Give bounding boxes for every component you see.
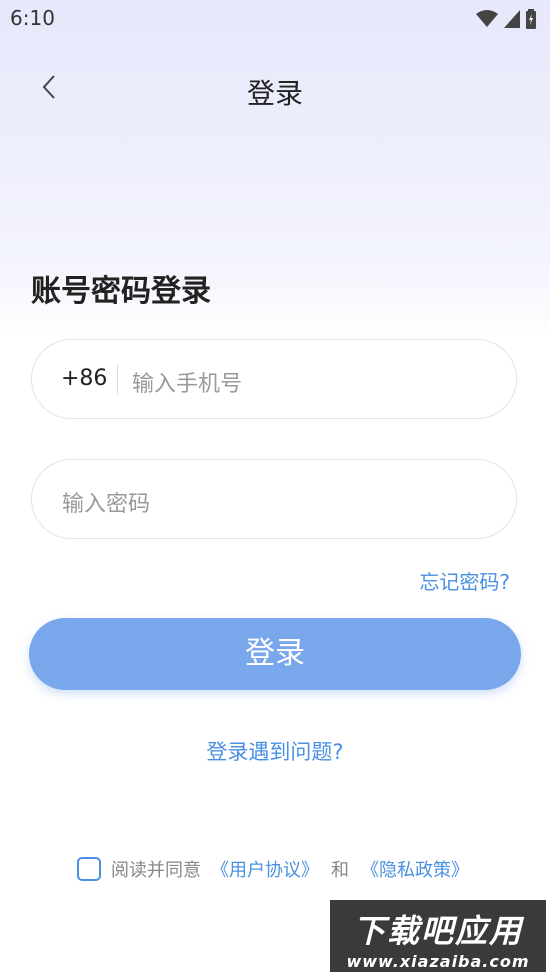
agree-checkbox[interactable] [77,857,101,881]
login-button[interactable]: 登录 [29,618,521,690]
forgot-password-link[interactable]: 忘记密码? [419,566,510,595]
page-title: 登录 [246,77,303,110]
divider [117,364,118,394]
status-icons [476,9,536,29]
phone-field[interactable]: +86 输入手机号 [31,339,517,419]
password-input[interactable]: 输入密码 [62,486,150,518]
watermark-url: www.xiazaiba.com [346,952,530,971]
agreement-prefix: 阅读并同意 [111,860,201,881]
phone-input[interactable]: 输入手机号 [132,366,242,398]
watermark-logo: 下载吧应用 www.xiazaiba.com [330,900,546,972]
user-agreement-link[interactable]: 《用户协议》 [211,856,319,882]
header: 登录 [0,60,550,120]
status-bar: 6:10 [0,0,550,38]
battery-icon [526,9,536,29]
watermark-title: 下载吧应用 [352,912,523,950]
login-problem-link[interactable]: 登录遇到问题? [0,736,550,766]
agreement-row: 阅读并同意 《用户协议》 和 《隐私政策》 [77,856,469,882]
section-title: 账号密码登录 [31,274,211,309]
wifi-icon [476,10,498,27]
signal-icon [504,10,520,28]
privacy-policy-link[interactable]: 《隐私政策》 [361,856,469,882]
status-time: 6:10 [10,6,55,30]
password-field[interactable]: 输入密码 [31,459,517,539]
agreement-and: 和 [331,860,349,881]
country-code[interactable]: +86 [61,366,107,391]
